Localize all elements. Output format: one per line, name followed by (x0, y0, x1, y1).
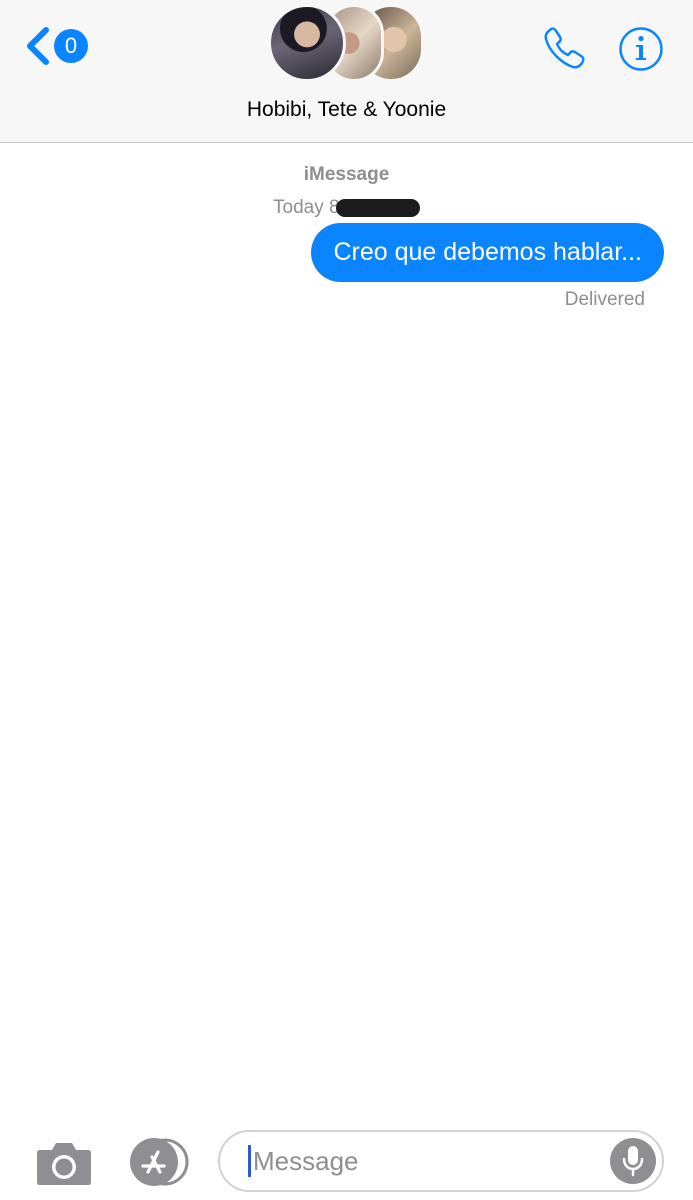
unread-count-badge: 0 (54, 29, 88, 63)
message-timestamp: Today 8 (273, 197, 340, 218)
app-store-icon[interactable] (126, 1138, 190, 1186)
redaction-mark (336, 199, 420, 217)
dictation-button[interactable] (610, 1138, 656, 1184)
avatar-hobibi (268, 4, 346, 82)
conversation-header: 0 Hobibi, Tete & Yoonie (0, 0, 693, 143)
conversation-title[interactable]: Hobibi, Tete & Yoonie (0, 98, 693, 122)
phone-icon[interactable] (540, 24, 590, 74)
microphone-icon (622, 1146, 644, 1177)
back-button[interactable]: 0 (24, 22, 88, 70)
outgoing-message-bubble[interactable]: Creo que debemos hablar... (311, 223, 664, 282)
service-label: iMessage (303, 164, 390, 185)
chevron-left-icon (27, 27, 49, 65)
message-field[interactable] (218, 1130, 664, 1192)
delivery-status: Delivered (564, 289, 645, 310)
message-input[interactable] (253, 1141, 593, 1181)
info-icon[interactable] (618, 26, 664, 72)
group-avatars[interactable] (268, 4, 428, 84)
camera-icon[interactable] (36, 1138, 92, 1186)
text-caret (248, 1145, 251, 1177)
composer-bar (0, 1118, 693, 1200)
